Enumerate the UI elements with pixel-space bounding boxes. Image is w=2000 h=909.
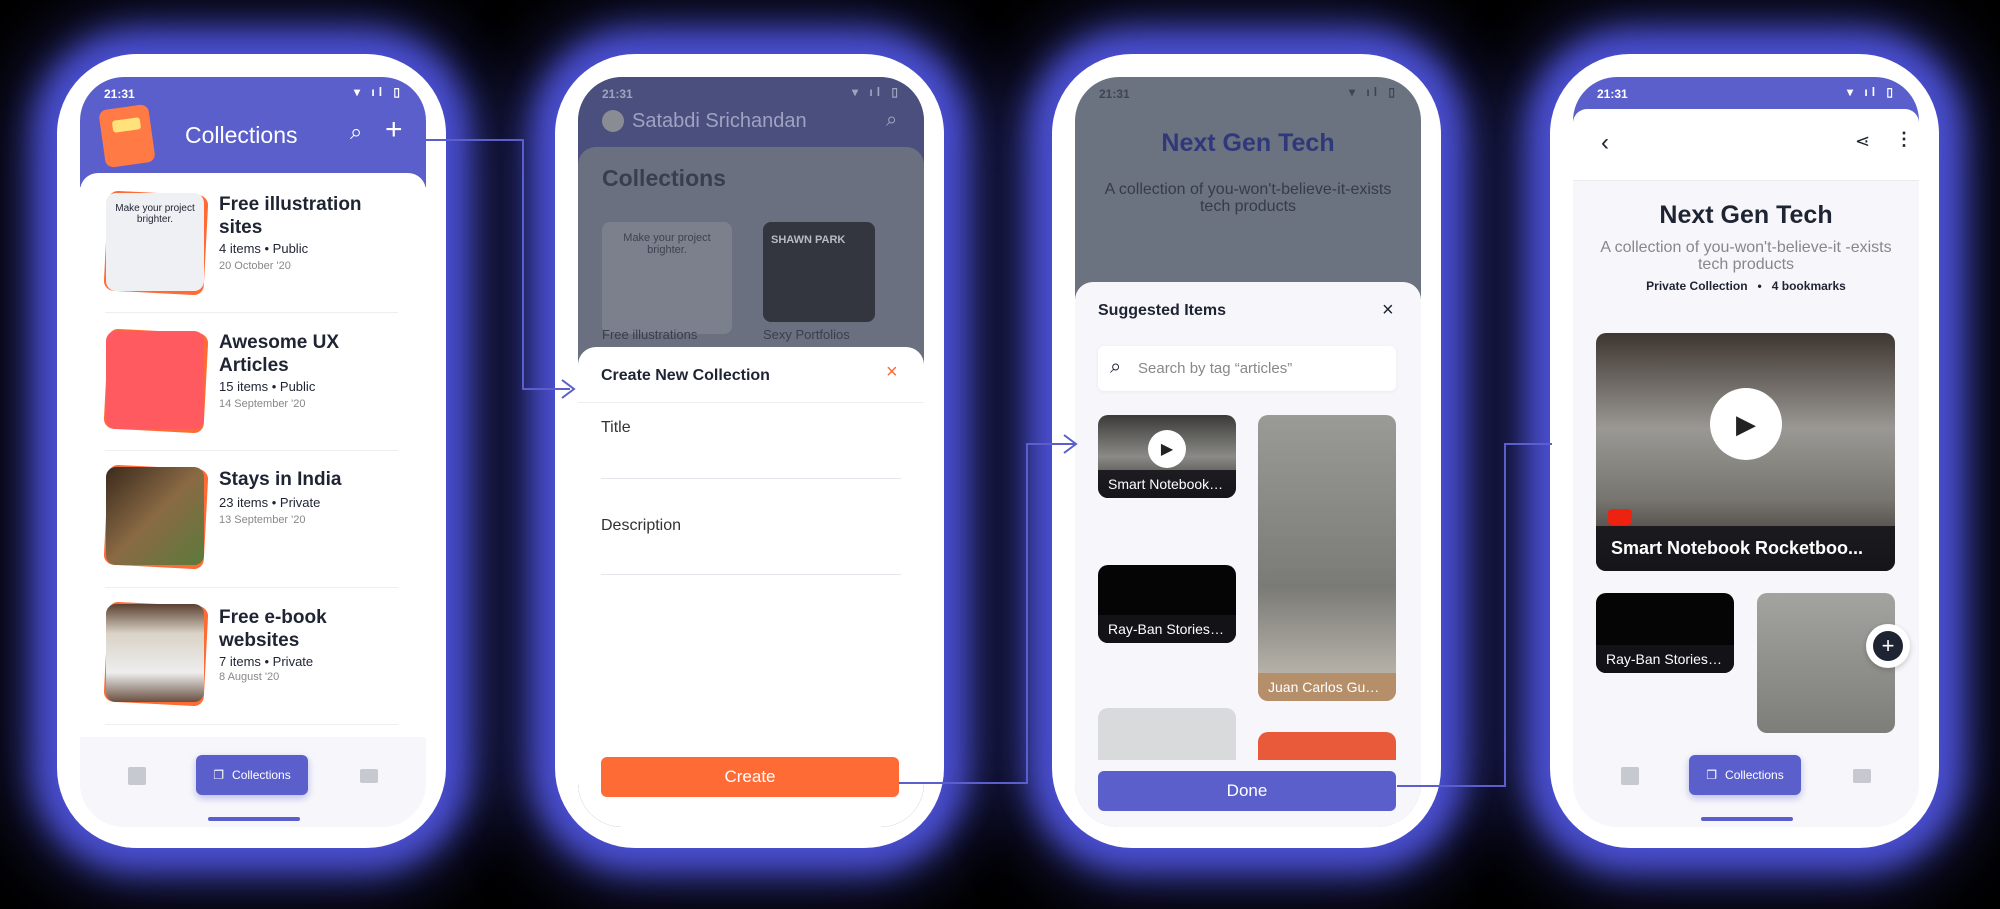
connector-1 (425, 139, 570, 390)
flow-connectors (425, 139, 1552, 787)
connector-2 (899, 443, 1075, 784)
connector-3 (1397, 443, 1552, 787)
